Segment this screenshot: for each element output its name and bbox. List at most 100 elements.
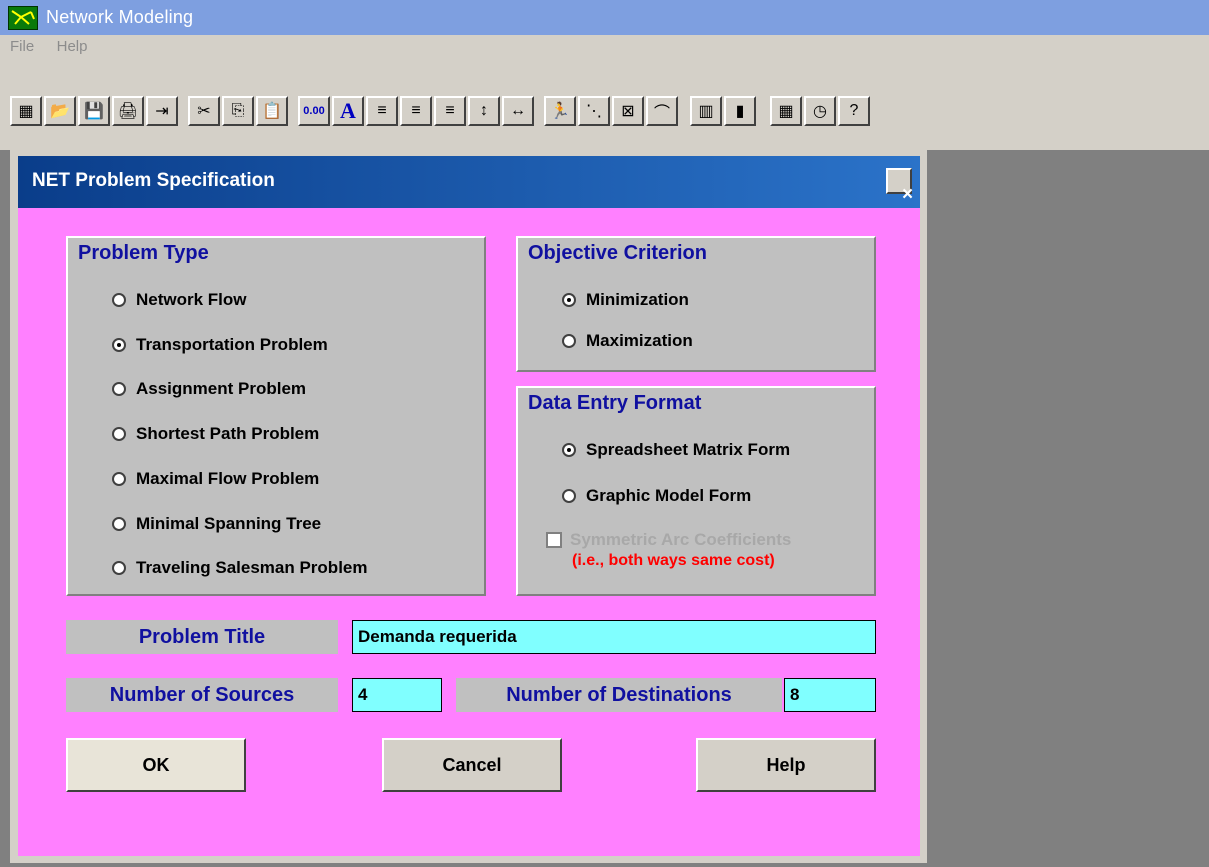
radio-maximal-flow[interactable]: Maximal Flow Problem: [112, 469, 319, 489]
radio-maximization[interactable]: Maximization: [562, 331, 693, 351]
radio-label: Network Flow: [136, 290, 247, 309]
number-of-destinations-label: Number of Destinations: [456, 678, 782, 712]
radio-label: Minimization: [586, 290, 689, 309]
solve-person-icon: 🏃: [550, 103, 570, 120]
radio-graphic-model[interactable]: Graphic Model Form: [562, 486, 751, 506]
print-button[interactable]: 🖨: [112, 96, 144, 126]
open-folder-icon: 📂: [50, 103, 70, 120]
data-entry-format-group: Data Entry Format Spreadsheet Matrix For…: [516, 386, 876, 596]
app-network-icon: [8, 5, 38, 30]
radio-label: Graphic Model Form: [586, 486, 752, 505]
grid-icon: ▦: [18, 103, 34, 120]
paste-icon: 📋: [262, 103, 282, 120]
clock-icon: ◷: [813, 103, 827, 120]
number-of-destinations-input[interactable]: 8: [784, 678, 876, 712]
radio-spreadsheet-matrix[interactable]: Spreadsheet Matrix Form: [562, 440, 790, 460]
save-button[interactable]: 💾: [78, 96, 110, 126]
radio-circle: [112, 561, 126, 575]
title-bar: Network Modeling: [0, 0, 1209, 35]
symmetric-arc-checkbox[interactable]: Symmetric Arc Coefficients: [546, 530, 791, 550]
open-folder-button[interactable]: 📂: [44, 96, 76, 126]
radio-circle-selected: [112, 338, 126, 352]
objective-criterion-title: Objective Criterion: [524, 242, 711, 265]
column-width-icon: ↔: [510, 102, 526, 119]
problem-title-label: Problem Title: [66, 620, 338, 654]
help-button[interactable]: Help: [696, 738, 876, 792]
node-layout-button[interactable]: ⋱: [578, 96, 610, 126]
toolbar: ▦ 📂 💾 🖨 ⇥ ✂ ⎘ 📋 0.00 A ≡ ≡ ≡ ↕ ↔ 🏃 ⋱ ⊠ ⌒ ▥ ▮ ▦ ◷?: [0, 58, 1209, 150]
align-left-icon: ≡: [377, 102, 387, 119]
save-icon: 💾: [84, 103, 104, 120]
radio-label: Transportation Problem: [136, 335, 328, 354]
curve-button[interactable]: ⌒: [646, 96, 678, 126]
matrix-view-icon: ▥: [698, 103, 714, 120]
close-button[interactable]: ×: [886, 168, 913, 205]
radio-label: Assignment Problem: [136, 379, 307, 398]
radio-circle: [112, 427, 126, 441]
help-question-button[interactable]: ?: [838, 96, 870, 126]
dialog-title-bar: NET Problem Specification ×: [18, 156, 920, 208]
dialog-title: NET Problem Specification: [32, 170, 275, 191]
menu-file[interactable]: File: [10, 35, 34, 58]
clock-button[interactable]: ◷: [804, 96, 836, 126]
close-icon: ×: [902, 184, 914, 205]
radio-label: Maximization: [586, 331, 693, 350]
radio-circle: [562, 334, 576, 348]
radio-circle: [112, 472, 126, 486]
radio-circle: [562, 489, 576, 503]
radio-label: Traveling Salesman Problem: [136, 558, 368, 577]
align-right-button[interactable]: ≡: [434, 96, 466, 126]
radio-circle-selected: [562, 443, 576, 457]
radio-label: Shortest Path Problem: [136, 424, 320, 443]
radio-minimal-spanning-tree[interactable]: Minimal Spanning Tree: [112, 514, 321, 534]
align-left-button[interactable]: ≡: [366, 96, 398, 126]
bar-chart-icon: ▮: [735, 103, 745, 120]
paste-button[interactable]: 📋: [256, 96, 288, 126]
radio-circle: [112, 517, 126, 531]
objective-criterion-group: Objective Criterion Minimization Maximiz…: [516, 236, 876, 372]
cut-button[interactable]: ✂: [188, 96, 220, 126]
cancel-button[interactable]: Cancel: [382, 738, 562, 792]
window-title: Network Modeling: [46, 7, 194, 27]
radio-circle-selected: [562, 293, 576, 307]
solve-person-button[interactable]: 🏃: [544, 96, 576, 126]
bar-chart-button[interactable]: ▮: [724, 96, 756, 126]
radio-minimization[interactable]: Minimization: [562, 290, 689, 310]
font-button[interactable]: A: [332, 96, 364, 126]
menu-bar: File Help: [0, 35, 1209, 58]
number-of-sources-label: Number of Sources: [66, 678, 338, 712]
radio-label: Maximal Flow Problem: [136, 469, 320, 488]
print-icon: 🖨: [117, 103, 139, 120]
radio-assignment[interactable]: Assignment Problem: [112, 379, 306, 399]
radio-traveling-salesman[interactable]: Traveling Salesman Problem: [112, 558, 367, 578]
radio-network-flow[interactable]: Network Flow: [112, 290, 247, 310]
column-height-button[interactable]: ↕: [468, 96, 500, 126]
calculator-icon: ▦: [778, 103, 794, 120]
grid-button[interactable]: ▦: [10, 96, 42, 126]
problem-title-input[interactable]: Demanda requerida: [352, 620, 876, 654]
problem-type-title: Problem Type: [74, 242, 213, 265]
problem-specification-dialog: NET Problem Specification × Problem Type…: [10, 150, 927, 863]
font-icon: A: [340, 98, 356, 123]
radio-shortest-path[interactable]: Shortest Path Problem: [112, 424, 319, 444]
matrix-view-button[interactable]: ▥: [690, 96, 722, 126]
dialog-body: Problem Type Network Flow Transportation…: [18, 208, 920, 856]
radio-circle: [112, 382, 126, 396]
align-center-icon: ≡: [411, 102, 421, 119]
align-center-button[interactable]: ≡: [400, 96, 432, 126]
curve-icon: ⌒: [653, 105, 670, 122]
decimal-format-icon: 0.00: [303, 105, 325, 117]
calculator-button[interactable]: ▦: [770, 96, 802, 126]
align-right-icon: ≡: [445, 102, 455, 119]
cut-icon: ✂: [197, 103, 211, 120]
number-of-sources-input[interactable]: 4: [352, 678, 442, 712]
decimal-format-button[interactable]: 0.00: [298, 96, 330, 126]
ok-button[interactable]: OK: [66, 738, 246, 792]
network-graph-icon: ⊠: [621, 103, 635, 120]
radio-transportation[interactable]: Transportation Problem: [112, 335, 328, 355]
column-width-button[interactable]: ↔: [502, 96, 534, 126]
exit-door-button[interactable]: ⇥: [146, 96, 178, 126]
menu-help[interactable]: Help: [57, 35, 88, 58]
network-graph-button[interactable]: ⊠: [612, 96, 644, 126]
copy-button[interactable]: ⎘: [222, 96, 254, 126]
